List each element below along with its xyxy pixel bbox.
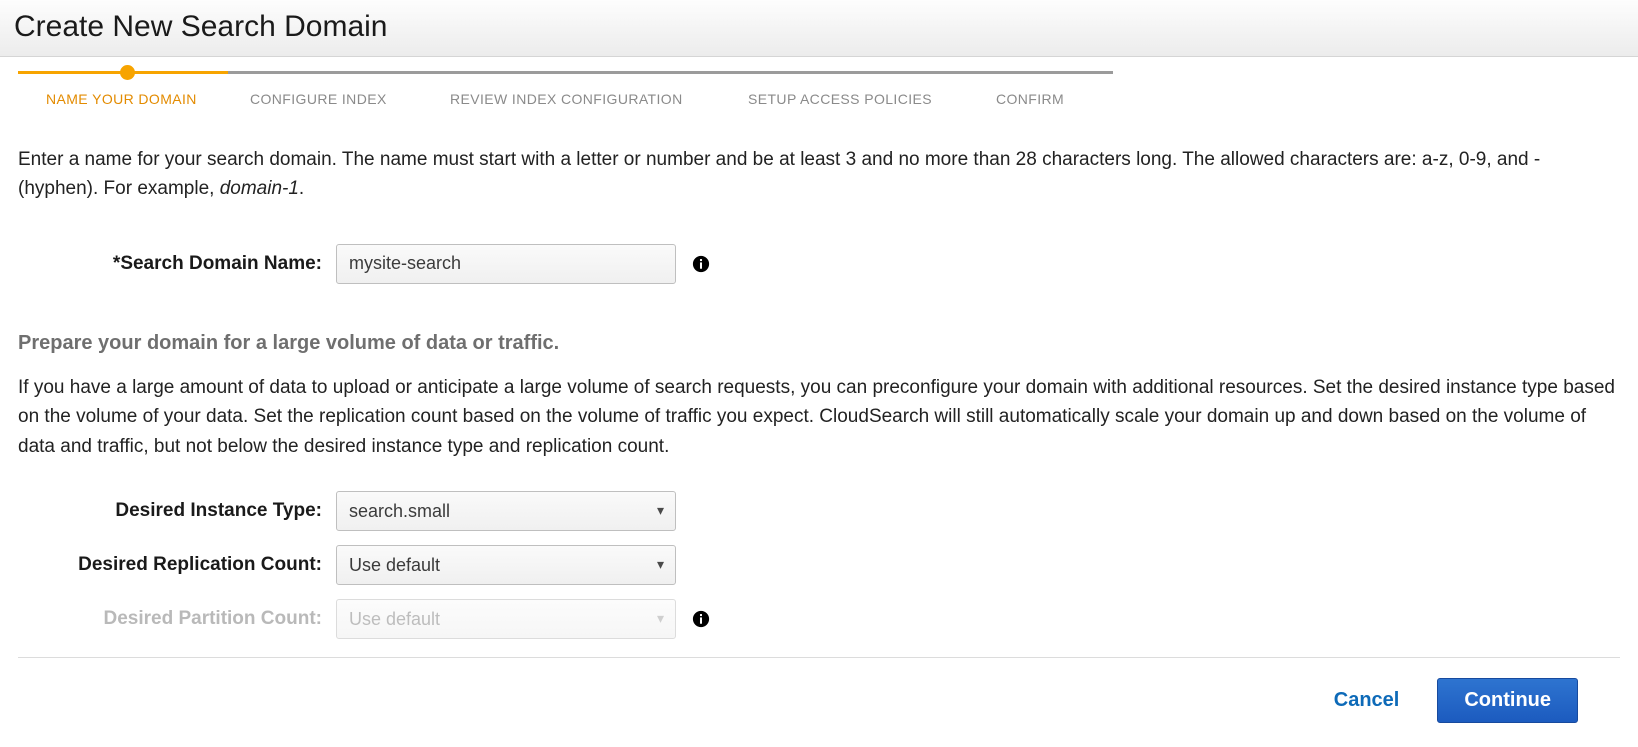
footer: Cancel Continue — [0, 658, 1638, 747]
search-domain-name-input[interactable] — [336, 244, 676, 284]
info-icon[interactable] — [692, 255, 710, 273]
cancel-button[interactable]: Cancel — [1330, 683, 1404, 718]
label-search-domain-name: *Search Domain Name: — [18, 249, 336, 278]
step-name-your-domain[interactable]: NAME YOUR DOMAIN — [18, 91, 250, 107]
intro-text-tail: . — [299, 178, 304, 199]
stepper-knob — [120, 65, 135, 80]
page-header: Create New Search Domain — [0, 0, 1638, 57]
label-desired-instance-type: Desired Instance Type: — [18, 496, 336, 525]
page-title: Create New Search Domain — [14, 10, 1624, 44]
step-setup-access-policies[interactable]: SETUP ACCESS POLICIES — [748, 91, 996, 107]
desired-instance-type-select[interactable]: search.small — [336, 491, 676, 531]
label-desired-partition-count: Desired Partition Count: — [18, 604, 336, 633]
continue-button[interactable]: Continue — [1437, 678, 1578, 723]
intro-example: domain-1 — [220, 178, 299, 199]
step-confirm[interactable]: CONFIRM — [996, 91, 1116, 107]
desired-replication-count-select[interactable]: Use default — [336, 545, 676, 585]
step-configure-index[interactable]: CONFIGURE INDEX — [250, 91, 450, 107]
desired-partition-count-select: Use default — [336, 599, 676, 639]
stepper-track — [18, 71, 1113, 74]
scaling-body: If you have a large amount of data to up… — [18, 373, 1620, 461]
info-icon[interactable] — [692, 610, 710, 628]
label-desired-replication-count: Desired Replication Count: — [18, 550, 336, 579]
step-review-index-configuration[interactable]: REVIEW INDEX CONFIGURATION — [450, 91, 748, 107]
wizard-stepper: NAME YOUR DOMAIN CONFIGURE INDEX REVIEW … — [0, 71, 1638, 127]
intro-text: Enter a name for your search domain. The… — [18, 145, 1620, 204]
scaling-heading: Prepare your domain for a large volume o… — [18, 328, 1620, 359]
